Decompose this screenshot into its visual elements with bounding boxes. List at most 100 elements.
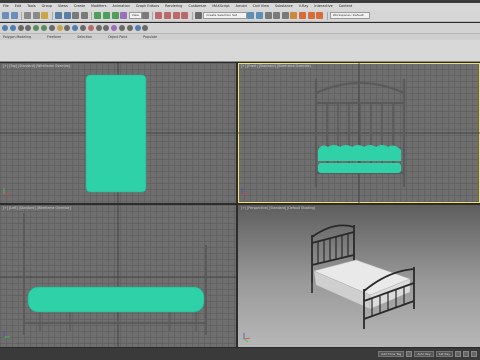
menu-maxscript[interactable]: MAXScript <box>212 3 229 10</box>
menu-create[interactable]: Create <box>74 3 85 10</box>
place-icon[interactable] <box>120 12 128 19</box>
angle-snap-icon[interactable] <box>164 12 172 19</box>
menu-bar: File Edit Tools Group Views Create Modif… <box>0 3 480 10</box>
percent-snap-icon[interactable] <box>172 12 180 19</box>
top-viewport[interactable]: [+] [Top] [Standard] [Wireframe Override… <box>0 63 236 203</box>
render-icon[interactable] <box>316 12 324 19</box>
main-toolbar: View Create Selection Set Workspaces: De… <box>0 10 480 22</box>
menu-vray[interactable]: V-Ray <box>299 3 309 10</box>
auto-key-button[interactable]: Auto Key <box>414 351 434 357</box>
menu-animation[interactable]: Animation <box>113 3 130 10</box>
ribbon-tool-icon[interactable] <box>2 25 8 31</box>
menu-civil-view[interactable]: Civil View <box>253 3 269 10</box>
ribbon-tool-icon[interactable] <box>17 25 24 31</box>
select-by-name-icon[interactable] <box>63 12 71 19</box>
ribbon-tool-icon[interactable] <box>118 25 125 31</box>
rotate-icon[interactable] <box>102 12 110 19</box>
ribbon-tool-icon[interactable] <box>25 25 32 31</box>
menu-modifiers[interactable]: Modifiers <box>91 3 106 10</box>
menu-group[interactable]: Group <box>42 3 52 10</box>
ribbon-tool-icon[interactable] <box>134 25 141 31</box>
select-object-icon[interactable] <box>54 12 62 19</box>
window-crossing-icon[interactable] <box>80 12 88 19</box>
ribbon-tool-icon[interactable] <box>64 25 71 31</box>
toolbar-separator <box>21 11 23 20</box>
menu-tools[interactable]: Tools <box>27 3 35 10</box>
schematic-view-icon[interactable] <box>281 12 289 19</box>
menu-rendering[interactable]: Rendering <box>165 3 182 10</box>
ribbon-tool-icon[interactable] <box>111 25 118 31</box>
ribbon-tool-icon[interactable] <box>40 25 47 31</box>
redo-icon[interactable] <box>10 12 18 19</box>
pivot-center-icon[interactable] <box>141 12 149 19</box>
named-selection-set-dropdown[interactable]: Create Selection Set <box>203 12 248 19</box>
axis-tripod-icon <box>243 333 251 343</box>
bed-posts-side <box>23 213 207 335</box>
bind-spacewarp-icon[interactable] <box>41 12 49 19</box>
ribbon-tool-icon[interactable] <box>95 25 102 31</box>
toolbar-separator <box>51 11 53 20</box>
axis-tripod-icon <box>3 331 10 338</box>
render-frame-icon[interactable] <box>307 12 315 19</box>
material-editor-icon[interactable] <box>290 12 298 19</box>
region-select-icon[interactable] <box>72 12 80 19</box>
front-view-drawing <box>238 63 480 203</box>
ribbon-tool-icon[interactable] <box>9 25 16 31</box>
render-setup-icon[interactable] <box>298 12 306 19</box>
left-viewport[interactable]: [+] [Left] [Standard] [Wireframe Overrid… <box>0 205 236 347</box>
headboard-spindles <box>326 103 394 173</box>
tab-selection[interactable]: Selection <box>77 35 92 39</box>
link-icon[interactable] <box>24 12 32 19</box>
add-time-tag-button[interactable]: Add Time Tag <box>378 351 405 357</box>
menu-graph-editors[interactable]: Graph Editors <box>136 3 159 10</box>
tab-polygon-modeling[interactable]: Polygon Modeling <box>3 35 31 39</box>
spinner-snap-icon[interactable] <box>181 12 189 19</box>
toolbar-separator <box>91 11 93 20</box>
menu-content[interactable]: Content <box>339 3 353 10</box>
perspective-drawing <box>243 224 415 343</box>
mirror-icon[interactable] <box>247 12 255 19</box>
scale-icon[interactable] <box>111 12 119 19</box>
left-view-drawing <box>0 205 236 347</box>
layer-explorer-icon[interactable] <box>264 12 272 19</box>
snap-toggle-icon[interactable] <box>155 12 163 19</box>
perspective-viewport[interactable]: [+] [Perspective] [Standard] [Default Sh… <box>238 205 480 347</box>
ribbon-tool-icon[interactable] <box>33 25 40 31</box>
undo-icon[interactable] <box>2 12 9 19</box>
menu-views[interactable]: Views <box>58 3 68 10</box>
zoom-extents-icon[interactable] <box>463 351 469 357</box>
menu-arnold[interactable]: Arnold <box>236 3 247 10</box>
orbit-icon[interactable] <box>471 351 477 357</box>
ribbon-tool-icon[interactable] <box>142 25 149 31</box>
front-viewport[interactable]: [+] [Front] [Standard] [Wireframe Overri… <box>238 63 480 203</box>
menu-interactive[interactable]: Interactive <box>314 3 332 10</box>
curve-editor-icon[interactable] <box>273 12 281 19</box>
reference-coordinate-dropdown[interactable]: View <box>128 12 142 19</box>
unlink-icon[interactable] <box>32 12 40 19</box>
key-mode-icon[interactable] <box>406 351 413 357</box>
toolbar-separator <box>191 11 193 20</box>
ribbon-tool-icon[interactable] <box>87 25 94 31</box>
play-icon[interactable] <box>455 351 461 357</box>
align-icon[interactable] <box>256 12 263 19</box>
menu-substance[interactable]: Substance <box>275 3 293 10</box>
status-bar: Add Time Tag Auto Key Set Key <box>0 348 480 360</box>
move-icon[interactable] <box>94 12 102 19</box>
ribbon-tool-icon[interactable] <box>126 25 133 31</box>
menu-customize[interactable]: Customize <box>188 3 206 10</box>
tab-freeform[interactable]: Freeform <box>47 35 61 39</box>
menu-file[interactable]: File <box>3 3 9 10</box>
toolbar-separator <box>326 11 328 20</box>
top-view-drawing <box>0 63 236 203</box>
tab-populate[interactable]: Populate <box>143 35 157 39</box>
named-selection-icon[interactable] <box>194 12 202 19</box>
ribbon-tool-icon[interactable] <box>103 25 110 31</box>
set-key-button[interactable]: Set Key <box>435 351 453 357</box>
tab-object-paint[interactable]: Object Paint <box>108 35 127 39</box>
ribbon-tool-icon[interactable] <box>56 25 63 31</box>
workspace-dropdown[interactable]: Workspaces: Default <box>329 12 370 19</box>
menu-edit[interactable]: Edit <box>15 3 22 10</box>
ribbon-tool-icon[interactable] <box>79 25 86 31</box>
ribbon-tool-icon[interactable] <box>72 25 79 31</box>
ribbon-tool-icon[interactable] <box>48 25 55 31</box>
